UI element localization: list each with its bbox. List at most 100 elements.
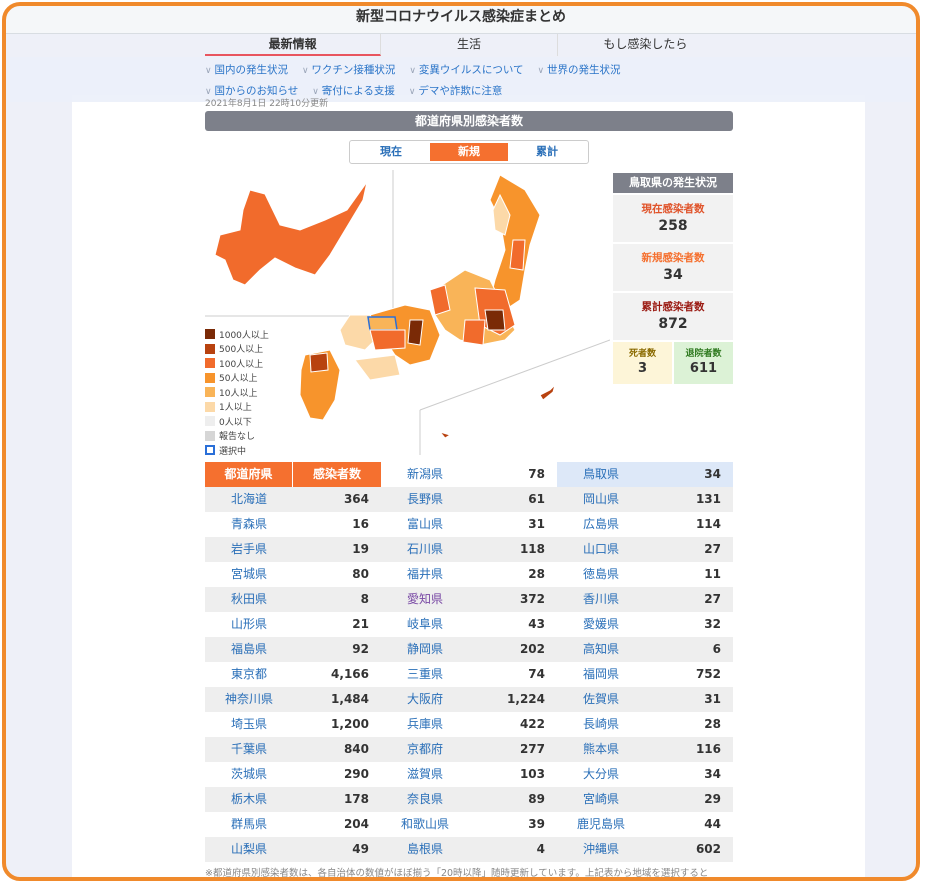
segment-total[interactable]: 累計 [508, 143, 586, 161]
map-hokkaido[interactable] [214, 181, 368, 286]
table-cell-pair[interactable]: 沖縄県 602 [557, 837, 733, 862]
table-cell-pair[interactable]: 鹿児島県 44 [557, 812, 733, 837]
table-cell-pair[interactable]: 千葉県 840 [205, 737, 381, 762]
prefecture-name[interactable]: 青森県 [205, 512, 293, 537]
subnav-vaccine[interactable]: ワクチン接種状況 [302, 62, 395, 77]
table-cell-pair[interactable]: 山口県 27 [557, 537, 733, 562]
table-cell-pair[interactable]: 秋田県 8 [205, 587, 381, 612]
prefecture-name[interactable]: 茨城県 [205, 762, 293, 787]
table-cell-pair[interactable]: 北海道 364 [205, 487, 381, 512]
table-cell-pair[interactable]: 石川県 118 [381, 537, 557, 562]
prefecture-name[interactable]: 大分県 [557, 762, 645, 787]
prefecture-name[interactable]: 長崎県 [557, 712, 645, 737]
prefecture-name[interactable]: 沖縄県 [557, 837, 645, 862]
segment-current[interactable]: 現在 [352, 143, 430, 161]
table-cell-pair[interactable]: 兵庫県 422 [381, 712, 557, 737]
table-cell-pair[interactable]: 島根県 4 [381, 837, 557, 862]
prefecture-name[interactable]: 千葉県 [205, 737, 293, 762]
prefecture-name[interactable]: 高知県 [557, 637, 645, 662]
table-cell-pair[interactable]: 鳥取県 34 [557, 462, 733, 487]
prefecture-name[interactable]: 神奈川県 [205, 687, 293, 712]
map-tokyo[interactable] [484, 309, 506, 331]
prefecture-name[interactable]: 新潟県 [381, 462, 469, 487]
table-cell-pair[interactable]: 愛知県 372 [381, 587, 557, 612]
table-cell-pair[interactable]: 東京都 4,166 [205, 662, 381, 687]
map-okayama-hiroshima[interactable] [369, 329, 406, 351]
prefecture-name[interactable]: 京都府 [381, 737, 469, 762]
table-cell-pair[interactable]: 長野県 61 [381, 487, 557, 512]
subnav-variants[interactable]: 変異ウイルスについて [409, 62, 524, 77]
table-cell-pair[interactable]: 岩手県 19 [205, 537, 381, 562]
table-cell-pair[interactable]: 広島県 114 [557, 512, 733, 537]
table-cell-pair[interactable]: 神奈川県 1,484 [205, 687, 381, 712]
prefecture-name[interactable]: 富山県 [381, 512, 469, 537]
map-okinawa-islands[interactable] [438, 431, 452, 439]
prefecture-name[interactable]: 福島県 [205, 637, 293, 662]
table-cell-pair[interactable]: 香川県 27 [557, 587, 733, 612]
tab-life[interactable]: 生活 [381, 34, 558, 56]
table-cell-pair[interactable]: 滋賀県 103 [381, 762, 557, 787]
segment-new[interactable]: 新規 [430, 143, 508, 161]
prefecture-name[interactable]: 滋賀県 [381, 762, 469, 787]
prefecture-name[interactable]: 島根県 [381, 837, 469, 862]
table-cell-pair[interactable]: 福井県 28 [381, 562, 557, 587]
map-osaka[interactable] [407, 319, 424, 346]
prefecture-name[interactable]: 山形県 [205, 612, 293, 637]
subnav-world[interactable]: 世界の発生状況 [538, 62, 621, 77]
prefecture-name[interactable]: 静岡県 [381, 637, 469, 662]
prefecture-name[interactable]: 熊本県 [557, 737, 645, 762]
tab-if-infected[interactable]: もし感染したら [558, 34, 733, 56]
table-cell-pair[interactable]: 奈良県 89 [381, 787, 557, 812]
map-okinawa[interactable] [539, 383, 557, 401]
prefecture-name[interactable]: 広島県 [557, 512, 645, 537]
table-cell-pair[interactable]: 青森県 16 [205, 512, 381, 537]
prefecture-name[interactable]: 福岡県 [557, 662, 645, 687]
table-cell-pair[interactable]: 高知県 6 [557, 637, 733, 662]
prefecture-name[interactable]: 和歌山県 [381, 812, 469, 837]
prefecture-name[interactable]: 愛媛県 [557, 612, 645, 637]
map-miyagi[interactable] [509, 239, 526, 271]
prefecture-name[interactable]: 福井県 [381, 562, 469, 587]
table-cell-pair[interactable]: 宮崎県 29 [557, 787, 733, 812]
prefecture-name[interactable]: 宮崎県 [557, 787, 645, 812]
table-cell-pair[interactable]: 宮城県 80 [205, 562, 381, 587]
table-cell-pair[interactable]: 茨城県 290 [205, 762, 381, 787]
tab-latest[interactable]: 最新情報 [205, 34, 382, 56]
map-fukuoka[interactable] [309, 352, 329, 373]
map-shikoku[interactable] [354, 354, 401, 381]
table-cell-pair[interactable]: 長崎県 28 [557, 712, 733, 737]
table-cell-pair[interactable]: 埼玉県 1,200 [205, 712, 381, 737]
table-cell-pair[interactable]: 岡山県 131 [557, 487, 733, 512]
prefecture-name[interactable]: 徳島県 [557, 562, 645, 587]
table-cell-pair[interactable]: 群馬県 204 [205, 812, 381, 837]
table-cell-pair[interactable]: 富山県 31 [381, 512, 557, 537]
prefecture-name[interactable]: 秋田県 [205, 587, 293, 612]
prefecture-name[interactable]: 大阪府 [381, 687, 469, 712]
table-cell-pair[interactable]: 静岡県 202 [381, 637, 557, 662]
prefecture-name[interactable]: 香川県 [557, 587, 645, 612]
prefecture-name[interactable]: 群馬県 [205, 812, 293, 837]
subnav-domestic[interactable]: 国内の発生状況 [205, 62, 288, 77]
prefecture-name[interactable]: 兵庫県 [381, 712, 469, 737]
table-cell-pair[interactable]: 栃木県 178 [205, 787, 381, 812]
prefecture-name[interactable]: 岩手県 [205, 537, 293, 562]
table-cell-pair[interactable]: 京都府 277 [381, 737, 557, 762]
map-tottori-selected[interactable] [367, 316, 398, 331]
table-cell-pair[interactable]: 熊本県 116 [557, 737, 733, 762]
table-cell-pair[interactable]: 大分県 34 [557, 762, 733, 787]
table-cell-pair[interactable]: 大阪府 1,224 [381, 687, 557, 712]
prefecture-name[interactable]: 愛知県 [381, 587, 469, 612]
prefecture-name[interactable]: 三重県 [381, 662, 469, 687]
prefecture-name[interactable]: 鹿児島県 [557, 812, 645, 837]
prefecture-name[interactable]: 奈良県 [381, 787, 469, 812]
prefecture-name[interactable]: 佐賀県 [557, 687, 645, 712]
table-cell-pair[interactable]: 岐阜県 43 [381, 612, 557, 637]
map-shizuoka[interactable] [462, 319, 486, 346]
prefecture-name[interactable]: 東京都 [205, 662, 293, 687]
subnav-scam-warning[interactable]: デマや詐欺に注意 [409, 83, 502, 98]
prefecture-name[interactable]: 栃木県 [205, 787, 293, 812]
table-cell-pair[interactable]: 三重県 74 [381, 662, 557, 687]
table-cell-pair[interactable]: 和歌山県 39 [381, 812, 557, 837]
prefecture-name[interactable]: 岐阜県 [381, 612, 469, 637]
table-cell-pair[interactable]: 山形県 21 [205, 612, 381, 637]
